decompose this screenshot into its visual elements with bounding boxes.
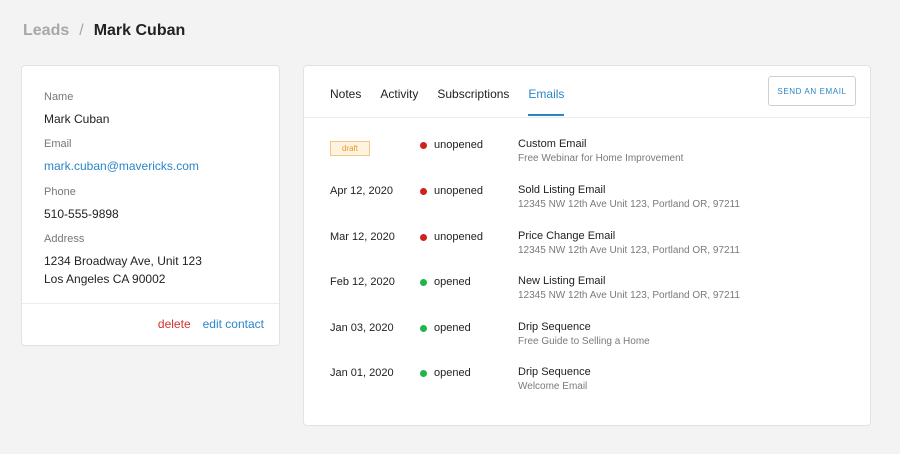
- status: unopened: [420, 139, 483, 151]
- contact-divider: [22, 303, 279, 304]
- email-subtitle: Welcome Email: [518, 381, 588, 392]
- email-title: Sold Listing Email: [518, 184, 606, 196]
- status: opened: [420, 367, 471, 379]
- email-subtitle: 12345 NW 12th Ave Unit 123, Portland OR,…: [518, 290, 740, 301]
- email-row[interactable]: Feb 12, 2020 opened New Listing Email 12…: [330, 272, 850, 304]
- address-label: Address: [44, 233, 85, 245]
- email-title: Custom Email: [518, 138, 587, 150]
- email-title: New Listing Email: [518, 275, 606, 287]
- breadcrumb: Leads / Mark Cuban: [23, 22, 185, 40]
- breadcrumb-leads-link[interactable]: Leads: [23, 22, 69, 40]
- address-line-2: Los Angeles CA 90002: [44, 272, 166, 286]
- email-subtitle: Free Webinar for Home Improvement: [518, 153, 684, 164]
- name-field: Name Mark Cuban: [44, 91, 109, 128]
- tab-subscriptions[interactable]: Subscriptions: [437, 87, 509, 116]
- delete-link[interactable]: delete: [158, 317, 191, 331]
- status-dot-icon: [420, 233, 427, 241]
- phone-value: 510-555-9898: [44, 207, 119, 221]
- email-row[interactable]: Jan 03, 2020 opened Drip Sequence Free G…: [330, 318, 850, 350]
- status: unopened: [420, 185, 483, 197]
- phone-label: Phone: [44, 186, 76, 198]
- email-subtitle: Free Guide to Selling a Home: [518, 336, 650, 347]
- status-dot-icon: [420, 324, 427, 332]
- breadcrumb-separator: /: [79, 22, 84, 39]
- status-text: opened: [434, 276, 471, 288]
- status-text: opened: [434, 322, 471, 334]
- status-dot-icon: [420, 278, 427, 286]
- send-email-button[interactable]: SEND AN EMAIL: [768, 76, 856, 106]
- contact-actions: delete edit contact: [158, 317, 264, 331]
- email-row[interactable]: Apr 12, 2020 unopened Sold Listing Email…: [330, 181, 850, 213]
- address-value: 1234 Broadway Ave, Unit 123 Los Angeles …: [44, 252, 202, 288]
- name-value: Mark Cuban: [44, 112, 110, 126]
- email-field: Email mark.cuban@mavericks.com: [44, 138, 199, 175]
- status-text: opened: [434, 367, 471, 379]
- draft-badge: draft: [330, 141, 370, 156]
- email-title: Drip Sequence: [518, 366, 591, 378]
- tab-activity[interactable]: Activity: [380, 87, 418, 116]
- tab-bar: Notes Activity Subscriptions Emails: [330, 87, 565, 116]
- contact-card: Name Mark Cuban Email mark.cuban@maveric…: [21, 65, 280, 346]
- email-subtitle: 12345 NW 12th Ave Unit 123, Portland OR,…: [518, 199, 740, 210]
- email-subtitle: 12345 NW 12th Ave Unit 123, Portland OR,…: [518, 245, 740, 256]
- status-dot-icon: [420, 141, 427, 149]
- email-date: Jan 01, 2020: [330, 367, 394, 379]
- email-title: Price Change Email: [518, 230, 616, 242]
- status-text: unopened: [434, 185, 483, 197]
- status-dot-icon: [420, 369, 427, 377]
- email-date: Apr 12, 2020: [330, 185, 393, 197]
- status: opened: [420, 276, 471, 288]
- email-date: Feb 12, 2020: [330, 276, 395, 288]
- email-date: Mar 12, 2020: [330, 231, 395, 243]
- tabs-divider: [304, 117, 870, 118]
- phone-field: Phone 510-555-9898: [44, 186, 119, 223]
- name-label: Name: [44, 91, 74, 103]
- status-dot-icon: [420, 187, 427, 195]
- edit-contact-link[interactable]: edit contact: [203, 317, 264, 331]
- email-label: Email: [44, 138, 72, 150]
- status: opened: [420, 322, 471, 334]
- status: unopened: [420, 231, 483, 243]
- email-date: Jan 03, 2020: [330, 322, 394, 334]
- email-title: Drip Sequence: [518, 321, 591, 333]
- tab-emails[interactable]: Emails: [528, 87, 565, 116]
- email-row[interactable]: draft unopened Custom Email Free Webinar…: [330, 135, 850, 167]
- address-line-1: 1234 Broadway Ave, Unit 123: [44, 254, 202, 268]
- email-row[interactable]: Mar 12, 2020 unopened Price Change Email…: [330, 227, 850, 259]
- email-row[interactable]: Jan 01, 2020 opened Drip Sequence Welcom…: [330, 363, 850, 395]
- tab-notes[interactable]: Notes: [330, 87, 361, 116]
- status-text: unopened: [434, 139, 483, 151]
- address-field: Address 1234 Broadway Ave, Unit 123 Los …: [44, 233, 202, 288]
- emails-panel: Notes Activity Subscriptions Emails SEND…: [303, 65, 871, 426]
- page-title: Mark Cuban: [93, 22, 186, 39]
- status-text: unopened: [434, 231, 483, 243]
- email-link[interactable]: mark.cuban@mavericks.com: [44, 157, 199, 175]
